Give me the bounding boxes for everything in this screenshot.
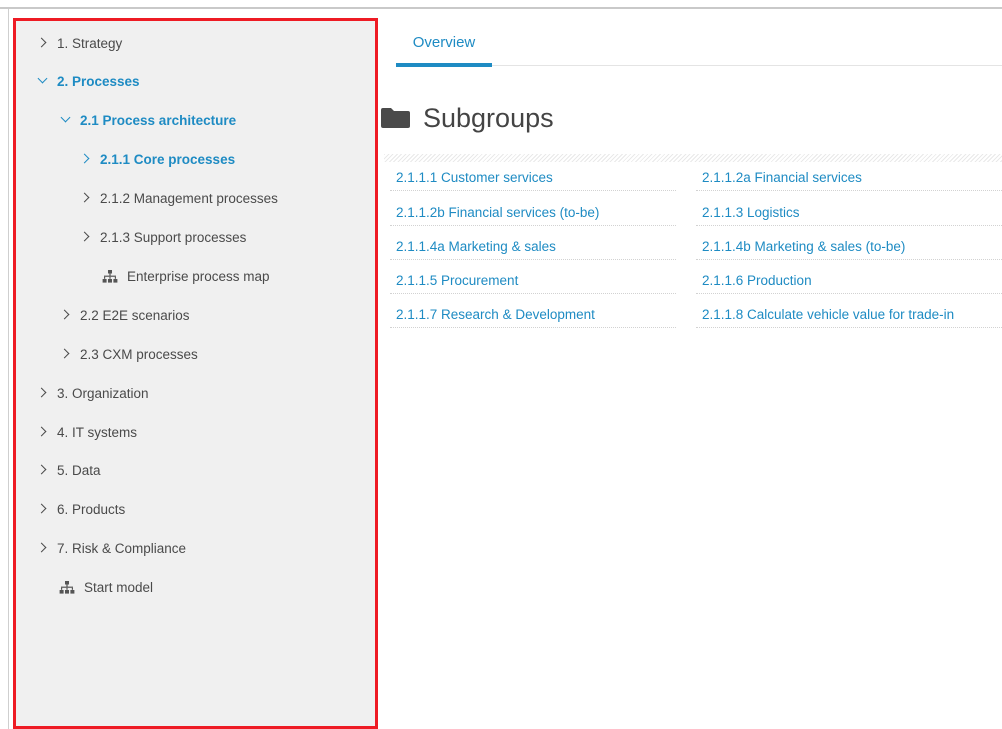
tree-item-core-processes[interactable]: 2.1.1 Core processes: [81, 146, 235, 172]
chevron-right-icon[interactable]: [38, 466, 46, 474]
subgroup-link-logistics[interactable]: 2.1.1.3 Logistics: [696, 196, 1002, 228]
tree-item-it-systems[interactable]: 4. IT systems: [38, 419, 137, 445]
tree-item-enterprise-process-map[interactable]: Enterprise process map: [102, 263, 270, 289]
tree-item-label: 1. Strategy: [57, 35, 123, 51]
navigation-tree: 1. Strategy 2. Processes 2.1 Process arc…: [13, 18, 378, 729]
subgroup-link-customer-services[interactable]: 2.1.1.1 Customer services: [390, 161, 676, 193]
subgroup-link-procurement[interactable]: 2.1.1.5 Procurement: [390, 264, 676, 296]
tree-item-label: 2.1 Process architecture: [80, 112, 237, 128]
subgroup-link-label: 2.1.1.2a Financial services: [702, 169, 862, 185]
tree-item-label: 2.1.3 Support processes: [100, 229, 247, 245]
tree-item-label: 7. Risk & Compliance: [57, 540, 187, 556]
chevron-down-icon[interactable]: [61, 116, 69, 124]
subgroup-link-label: 2.1.1.4b Marketing & sales (to-be): [702, 238, 906, 254]
subgroup-link-financial-services-to-be[interactable]: 2.1.1.2b Financial services (to-be): [390, 196, 676, 228]
chevron-right-icon[interactable]: [81, 194, 89, 202]
model-diagram-icon: [102, 269, 118, 283]
tree-item-label: 2.1.1 Core processes: [100, 151, 236, 167]
tree-item-label: 2.2 E2E scenarios: [80, 307, 190, 323]
tree-item-organization[interactable]: 3. Organization: [38, 380, 149, 406]
chevron-right-icon[interactable]: [38, 389, 46, 397]
chevron-right-icon[interactable]: [38, 39, 46, 47]
tree-item-risk-compliance[interactable]: 7. Risk & Compliance: [38, 535, 186, 561]
subgroup-link-label: 2.1.1.2b Financial services (to-be): [396, 204, 600, 220]
subgroup-link-label: 2.1.1.1 Customer services: [396, 169, 553, 185]
folder-icon: [381, 108, 410, 128]
tree-item-e2e-scenarios[interactable]: 2.2 E2E scenarios: [61, 302, 190, 328]
tree-item-data[interactable]: 5. Data: [38, 457, 101, 483]
chevron-right-icon[interactable]: [61, 350, 69, 358]
subgroup-link-research-development[interactable]: 2.1.1.7 Research & Development: [390, 298, 676, 330]
chevron-right-icon[interactable]: [61, 311, 69, 319]
tree-item-support-processes[interactable]: 2.1.3 Support processes: [81, 224, 246, 250]
tab-bar: Overview: [396, 18, 1002, 67]
subgroup-link-marketing-sales[interactable]: 2.1.1.4a Marketing & sales: [390, 230, 676, 262]
subgroup-link-financial-services[interactable]: 2.1.1.2a Financial services: [696, 161, 1002, 193]
subgroup-link-label: 2.1.1.6 Production: [702, 272, 812, 288]
subgroup-link-label: 2.1.1.4a Marketing & sales: [396, 238, 556, 254]
tree-item-label: Enterprise process map: [127, 268, 270, 284]
tree-item-products[interactable]: 6. Products: [38, 496, 125, 522]
tree-item-strategy[interactable]: 1. Strategy: [38, 30, 122, 56]
chevron-right-icon[interactable]: [38, 428, 46, 436]
tree-item-cxm-processes[interactable]: 2.3 CXM processes: [61, 341, 198, 367]
subgroup-link-calculate-vehicle-value[interactable]: 2.1.1.8 Calculate vehicle value for trad…: [696, 298, 1002, 330]
chevron-right-icon[interactable]: [81, 155, 89, 163]
chevron-right-icon[interactable]: [38, 505, 46, 513]
tree-item-label: 4. IT systems: [57, 424, 138, 440]
tree-item-start-model[interactable]: Start model: [59, 574, 153, 600]
subgroup-link-production[interactable]: 2.1.1.6 Production: [696, 264, 1002, 296]
tree-item-label: 2.3 CXM processes: [80, 346, 198, 362]
subgroups-heading: Subgroups: [380, 100, 554, 136]
subgroup-link-label: 2.1.1.8 Calculate vehicle value for trad…: [702, 306, 955, 322]
tree-item-label: 2. Processes: [57, 73, 140, 89]
tree-item-management-processes[interactable]: 2.1.2 Management processes: [81, 185, 278, 211]
chevron-right-icon[interactable]: [38, 544, 46, 552]
subgroup-link-label: 2.1.1.7 Research & Development: [396, 306, 595, 322]
tree-item-label: 2.1.2 Management processes: [100, 190, 278, 206]
chevron-down-icon[interactable]: [38, 77, 46, 85]
tree-item-label: 3. Organization: [57, 385, 149, 401]
tab-overview[interactable]: Overview: [396, 18, 492, 67]
section-title: Subgroups: [423, 102, 554, 133]
subgroup-link-label: 2.1.1.5 Procurement: [396, 272, 519, 288]
top-border: [0, 0, 1002, 9]
tree-item-label: Start model: [84, 579, 154, 595]
tree-item-processes[interactable]: 2. Processes: [38, 68, 140, 94]
subgroup-link-label: 2.1.1.3 Logistics: [702, 204, 800, 220]
tree-item-process-architecture[interactable]: 2.1 Process architecture: [61, 107, 236, 133]
model-diagram-icon: [59, 580, 75, 594]
tree-item-label: 6. Products: [57, 501, 126, 517]
chevron-right-icon[interactable]: [81, 233, 89, 241]
tree-item-label: 5. Data: [57, 462, 101, 478]
subgroup-link-marketing-sales-to-be[interactable]: 2.1.1.4b Marketing & sales (to-be): [696, 230, 1002, 262]
